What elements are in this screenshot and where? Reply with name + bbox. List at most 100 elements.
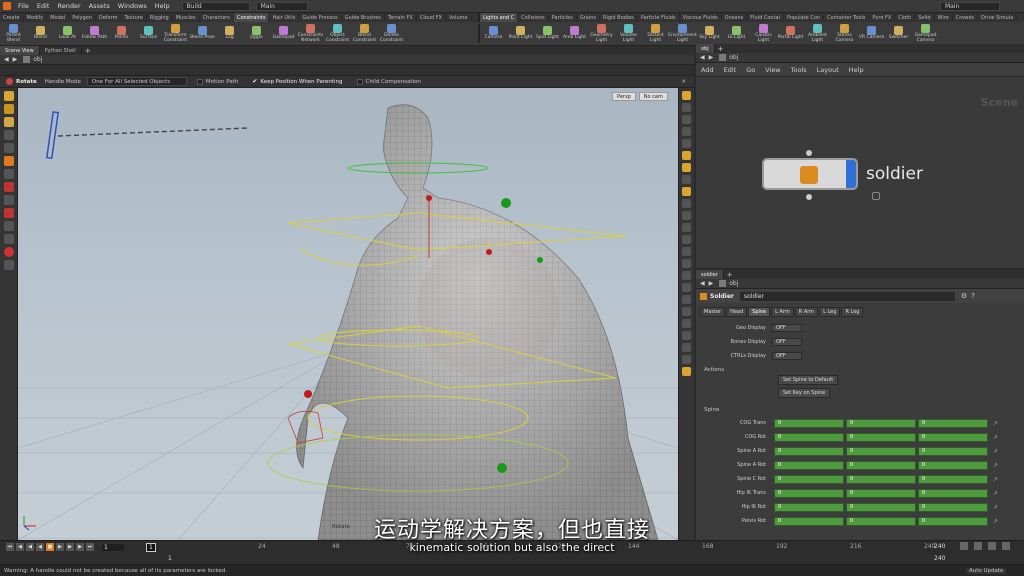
- channel-icon[interactable]: ↗: [993, 434, 998, 441]
- tab-obj[interactable]: obj: [696, 44, 715, 53]
- shelf-tab-characters[interactable]: Characters: [200, 13, 234, 22]
- snapshot-icon[interactable]: [682, 331, 691, 340]
- pointer-icon[interactable]: [3, 130, 14, 140]
- tool-lag[interactable]: Lag: [216, 26, 243, 41]
- shelf-tab-polygon[interactable]: Polygon: [69, 13, 96, 22]
- menu-edit[interactable]: Edit: [33, 2, 54, 10]
- color-correction-icon[interactable]: [682, 355, 691, 364]
- network-menu-add[interactable]: Add: [696, 66, 719, 74]
- shelf-tab-viscous-fluids[interactable]: Viscous Fluids: [680, 13, 722, 22]
- param-forward-icon[interactable]: ▶: [709, 280, 714, 287]
- keep-position-checkbox[interactable]: ✔: [252, 78, 257, 85]
- viewer-path[interactable]: obj: [33, 56, 42, 63]
- range-end-field[interactable]: 240: [934, 555, 945, 562]
- shelf-tab-rigging[interactable]: Rigging: [147, 13, 173, 22]
- context-select[interactable]: Main: [255, 1, 308, 11]
- tool-caustic-light[interactable]: Caustic Light: [750, 23, 777, 43]
- spine-value-field[interactable]: 0: [774, 460, 844, 470]
- snap-icon[interactable]: [3, 221, 14, 231]
- spine-value-field[interactable]: 0: [918, 474, 988, 484]
- menu-file[interactable]: File: [14, 2, 33, 10]
- tool-volume-light[interactable]: Volume Light: [615, 23, 642, 43]
- view-icon[interactable]: [3, 260, 14, 270]
- section-tab-master[interactable]: Master: [700, 307, 726, 317]
- tool-geometry-light[interactable]: Geometry Light: [588, 23, 615, 43]
- template-icon[interactable]: [682, 187, 691, 196]
- network-menu-layout[interactable]: Layout: [812, 66, 844, 74]
- channel-icon[interactable]: ↗: [993, 448, 998, 455]
- node-input-connector[interactable]: [806, 150, 812, 156]
- shelf-tab-terrain-fx[interactable]: Terrain FX: [385, 13, 417, 22]
- spine-value-field[interactable]: 0: [846, 460, 916, 470]
- tool-gi-light[interactable]: GI Light: [723, 26, 750, 41]
- camera-tool-icon[interactable]: [3, 234, 14, 244]
- tool-portal-light[interactable]: Portal Light: [777, 26, 804, 41]
- tool-switcher[interactable]: Switcher: [885, 26, 912, 41]
- spine-value-field[interactable]: 0: [846, 418, 916, 428]
- viewport-scene[interactable]: [18, 88, 678, 540]
- shelf-tab-create[interactable]: Create: [0, 13, 24, 22]
- menu-assets[interactable]: Assets: [85, 2, 114, 10]
- tool-follow-path[interactable]: Follow Path: [81, 26, 108, 41]
- shelf-tab-cloth[interactable]: Cloth: [895, 13, 916, 22]
- tool-sky-light[interactable]: Sky Light: [696, 26, 723, 41]
- normals-icon[interactable]: [682, 223, 691, 232]
- tool-gamepad[interactable]: Gamepad: [270, 26, 297, 41]
- points-display-icon[interactable]: [682, 235, 691, 244]
- shelf-tab-hair-utils[interactable]: Hair Utils: [269, 13, 300, 22]
- spine-value-field[interactable]: 0: [918, 488, 988, 498]
- handle-tool-icon[interactable]: [3, 195, 14, 205]
- shelf-tab-container-tools[interactable]: Container Tools: [824, 13, 870, 22]
- node-blue-flag[interactable]: [846, 160, 856, 188]
- tool-vr-camera[interactable]: VR Camera: [858, 26, 885, 41]
- shelf-tab-model[interactable]: Model: [47, 13, 70, 22]
- viewport-close-icon[interactable]: ✕: [681, 79, 686, 85]
- shelf-tab-lights-and-c[interactable]: Lights and C: [480, 13, 519, 22]
- add-tab-icon[interactable]: +: [85, 47, 91, 55]
- lock-icon[interactable]: [682, 115, 691, 124]
- range-start[interactable]: 1: [168, 555, 172, 562]
- persp-select[interactable]: Persp: [612, 92, 636, 101]
- shading-icon[interactable]: [682, 103, 691, 112]
- spine-value-field[interactable]: 0: [846, 474, 916, 484]
- spine-value-field[interactable]: 0: [846, 502, 916, 512]
- background-icon[interactable]: [682, 199, 691, 208]
- menu-render[interactable]: Render: [53, 2, 84, 10]
- shelf-tab-drive-simula[interactable]: Drive Simula: [978, 13, 1018, 22]
- param-back-icon[interactable]: ◀: [700, 280, 705, 287]
- shelf-tab-particle-fluids[interactable]: Particle Fluids: [638, 13, 680, 22]
- spine-value-field[interactable]: 0: [774, 446, 844, 456]
- shelf-tab-particles[interactable]: Particles: [549, 13, 577, 22]
- auto-update-select[interactable]: Auto Update: [966, 567, 1007, 574]
- motion-path-checkbox[interactable]: [196, 78, 203, 85]
- forward-arrow-icon[interactable]: ▶: [13, 56, 18, 63]
- network-menu-tools[interactable]: Tools: [786, 66, 812, 74]
- tool-area-light[interactable]: Area Light: [561, 26, 588, 41]
- spine-value-field[interactable]: 0: [846, 488, 916, 498]
- section-tab-l-arm[interactable]: L Arm: [771, 307, 794, 317]
- section-tab-spine[interactable]: Spine: [748, 307, 771, 317]
- shelf-tab-wire[interactable]: Wire: [935, 13, 953, 22]
- spine-value-field[interactable]: 0: [774, 474, 844, 484]
- shelf-tab-texture[interactable]: Texture: [121, 13, 147, 22]
- channel-icon[interactable]: ↗: [993, 462, 998, 469]
- tool-ambient-light[interactable]: Ambient Light: [804, 23, 831, 43]
- tool-distant-light[interactable]: Distant Light: [642, 23, 669, 43]
- network-back-icon[interactable]: ◀: [700, 54, 705, 61]
- spine-value-field[interactable]: 0: [774, 488, 844, 498]
- shelf-tab-constraints[interactable]: Constraints: [233, 13, 270, 22]
- display-toggle[interactable]: OFF: [772, 324, 802, 332]
- tool-camera[interactable]: Camera: [480, 26, 507, 41]
- tool-stereo-camera[interactable]: Stereo Camera: [831, 23, 858, 43]
- record-icon[interactable]: [3, 247, 14, 257]
- channel-icon[interactable]: ↗: [993, 420, 998, 427]
- shelf-tab-muscles[interactable]: Muscles: [173, 13, 200, 22]
- network-menu-view[interactable]: View: [760, 66, 785, 74]
- tool-blend-pose[interactable]: Blend Pose: [189, 26, 216, 41]
- shelf-tab-oceans[interactable]: Oceans: [722, 13, 748, 22]
- tool-points[interactable]: Points: [108, 26, 135, 41]
- tool-blend-constraint[interactable]: Blend Constraint: [351, 23, 378, 43]
- section-tab-r-arm[interactable]: R Arm: [794, 307, 819, 317]
- grid-icon[interactable]: [682, 175, 691, 184]
- node-output-connector[interactable]: [806, 194, 812, 200]
